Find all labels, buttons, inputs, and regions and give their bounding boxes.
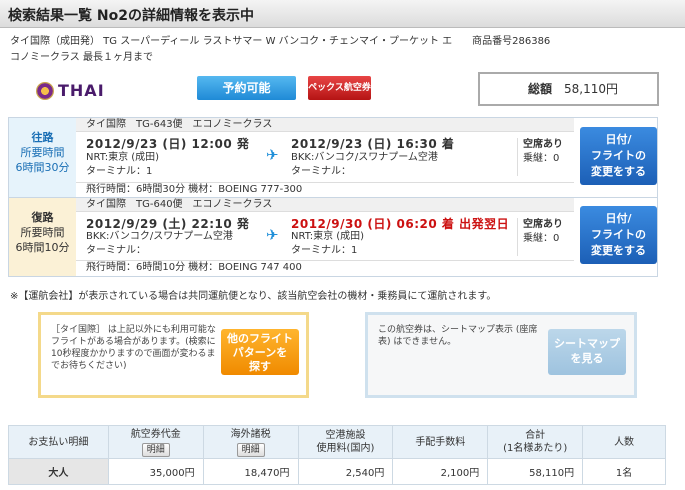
col-header-total-label: 合計	[525, 430, 546, 441]
codeshare-note: ※【運航会社】が表示されている場合は共同運航便となり、該当航空会社の機材・乗務員…	[10, 291, 497, 302]
outbound-arrival-terminal: ターミナル：	[291, 166, 351, 177]
seatmap-btn-line-2: を見る	[570, 352, 604, 365]
outbound-flight-footer: 飛行時間：6時間30分 機材：BOEING 777-300	[76, 182, 574, 197]
outbound-seat-status: 空席あり 乗継：0	[517, 138, 574, 176]
outbound-departure-time: 2012/9/23 (日) 12:00 発	[86, 137, 250, 151]
cell-fare: 35,000円	[107, 458, 204, 485]
airplane-icon: ✈	[266, 146, 279, 164]
row-label-adult: 大人	[8, 458, 109, 485]
col-header-tax-label: 海外諸税	[230, 428, 271, 440]
total-amount: 58,110円	[564, 82, 619, 96]
col-header-total-sub: (1名様あたり)	[503, 443, 568, 454]
cell-pax: 1名	[582, 458, 666, 485]
return-seat-status: 空席あり 乗継：0	[517, 218, 574, 256]
seatmap-box: この航空券は、シートマップ表示 (座席表) はできません。 シートマップ を見る	[365, 312, 637, 398]
col-header-airport: 空港施設 使用料(国内)	[297, 425, 394, 459]
seatmap-text: この航空券は、シートマップ表示 (座席表) はできません。	[378, 325, 538, 347]
cell-fee: 2,100円	[392, 458, 489, 485]
cell-airport: 2,540円	[297, 458, 394, 485]
product-description: タイ国際（成田発） TG スーパーディール ラストサマー W バンコク・チェンマ…	[10, 34, 650, 66]
col-header-pax: 人数	[582, 425, 666, 459]
total-label: 総額	[528, 82, 553, 96]
page-title: 検索結果一覧 No2の詳細情報を表示中	[8, 8, 254, 24]
col-header-total: 合計 (1名様あたり)	[487, 425, 584, 459]
return-flight-footer: 飛行時間：6時間10分 機材：BOEING 747 400	[76, 260, 574, 275]
return-departure-terminal: ターミナル：	[86, 245, 146, 256]
return-label: 復路 所要時間 6時間10分	[9, 198, 76, 276]
search-other-flights-button[interactable]: 他のフライト パターンを 探す	[221, 329, 299, 375]
change-btn-line-3: 変更をする	[591, 244, 646, 257]
outbound-label: 往路 所要時間 6時間30分	[9, 118, 76, 197]
col-header-fare: 航空券代金 明細	[107, 425, 204, 459]
return-flight-header: タイ国際 TG-640便 エコノミークラス	[76, 198, 574, 212]
outbound-duration: 6時間30分	[15, 161, 70, 174]
return-transfer: 乗継：0	[523, 233, 560, 244]
change-btn-line-1: 日付/	[605, 212, 632, 225]
col-header-fee: 手配手数料	[392, 425, 489, 459]
return-duration: 6時間10分	[15, 241, 70, 254]
return-segment: 復路 所要時間 6時間10分 タイ国際 TG-640便 エコノミークラス 201…	[8, 198, 658, 277]
cell-total: 58,110円	[487, 458, 584, 485]
pex-ticket-badge[interactable]: ペックス航空券	[308, 76, 371, 100]
change-btn-line-1: 日付/	[605, 133, 632, 146]
return-seat-available: 空席あり	[523, 219, 563, 230]
total-price-box: 総額 58,110円	[478, 72, 659, 106]
seatmap-btn-line-1: シートマップ	[554, 337, 620, 350]
table-header-row: お支払い明細 航空券代金 明細 海外諸税 明細 空港施設 使用料(国内) 手配手…	[8, 425, 666, 459]
outbound-arrival-airport: BKK:バンコク/スワナプーム空港	[291, 152, 438, 163]
other-flights-btn-line-1: 他のフライト	[227, 332, 293, 345]
view-seatmap-button[interactable]: シートマップ を見る	[548, 329, 626, 375]
cell-tax: 18,470円	[202, 458, 299, 485]
desc-line-1: タイ国際（成田発） TG スーパーディール ラストサマー W バンコク・チェンマ…	[10, 36, 551, 47]
change-btn-line-2: フライトの	[591, 228, 646, 241]
desc-line-2: コノミークラス 最長１ヶ月まで	[10, 52, 153, 63]
col-header-airport-label: 空港施設	[325, 430, 366, 441]
return-arrival-airport: NRT:東京 (成田)	[291, 231, 365, 242]
col-header-fare-label: 航空券代金	[130, 428, 181, 440]
outbound-title: 往路	[31, 131, 54, 144]
col-header-airport-sub: 使用料(国内)	[316, 443, 375, 454]
table-row: 大人 35,000円 18,470円 2,540円 2,100円 58,110円…	[8, 458, 666, 485]
outbound-transfer: 乗継：0	[523, 153, 560, 164]
col-header-payment: お支払い明細	[8, 425, 109, 459]
fare-detail-button[interactable]: 明細	[141, 442, 170, 457]
return-arrival-terminal: ターミナル：1	[291, 245, 358, 256]
price-breakdown-table: お支払い明細 航空券代金 明細 海外諸税 明細 空港施設 使用料(国内) 手配手…	[8, 425, 666, 485]
other-flights-box: ［タイ国際］ は上記以外にも利用可能なフライトがある場合があります。(検索に10…	[38, 312, 309, 398]
available-badge[interactable]: 予約可能	[197, 76, 296, 100]
outbound-change-button[interactable]: 日付/ フライトの 変更をする	[580, 127, 657, 185]
airplane-icon: ✈	[266, 226, 279, 244]
outbound-duration-label: 所要時間	[20, 146, 65, 159]
outbound-departure-airport: NRT:東京 (成田)	[86, 152, 160, 163]
other-flights-btn-line-3: 探す	[249, 360, 271, 373]
page-header: 検索結果一覧 No2の詳細情報を表示中	[0, 0, 685, 28]
airline-logo-text: THAI	[58, 81, 105, 100]
tax-detail-button[interactable]: 明細	[236, 442, 265, 457]
return-change-button[interactable]: 日付/ フライトの 変更をする	[580, 206, 657, 264]
return-duration-label: 所要時間	[20, 226, 65, 239]
change-btn-line-2: フライトの	[591, 149, 646, 162]
return-departure-airport: BKK:バンコク/スワナプーム空港	[86, 231, 233, 242]
outbound-seat-available: 空席あり	[523, 139, 563, 150]
change-btn-line-3: 変更をする	[591, 165, 646, 178]
return-title: 復路	[31, 211, 54, 224]
outbound-segment: 往路 所要時間 6時間30分 タイ国際 TG-643便 エコノミークラス 201…	[8, 117, 658, 198]
other-flights-btn-line-2: パターンを	[232, 346, 288, 359]
outbound-departure-terminal: ターミナル：1	[86, 166, 153, 177]
outbound-arrival-time: 2012/9/23 (日) 16:30 着	[291, 137, 455, 151]
col-header-tax: 海外諸税 明細	[202, 425, 299, 459]
other-flights-text: ［タイ国際］ は上記以外にも利用可能なフライトがある場合があります。(検索に10…	[51, 325, 216, 371]
thai-orchid-icon	[36, 82, 54, 100]
outbound-flight-header: タイ国際 TG-643便 エコノミークラス	[76, 118, 574, 132]
